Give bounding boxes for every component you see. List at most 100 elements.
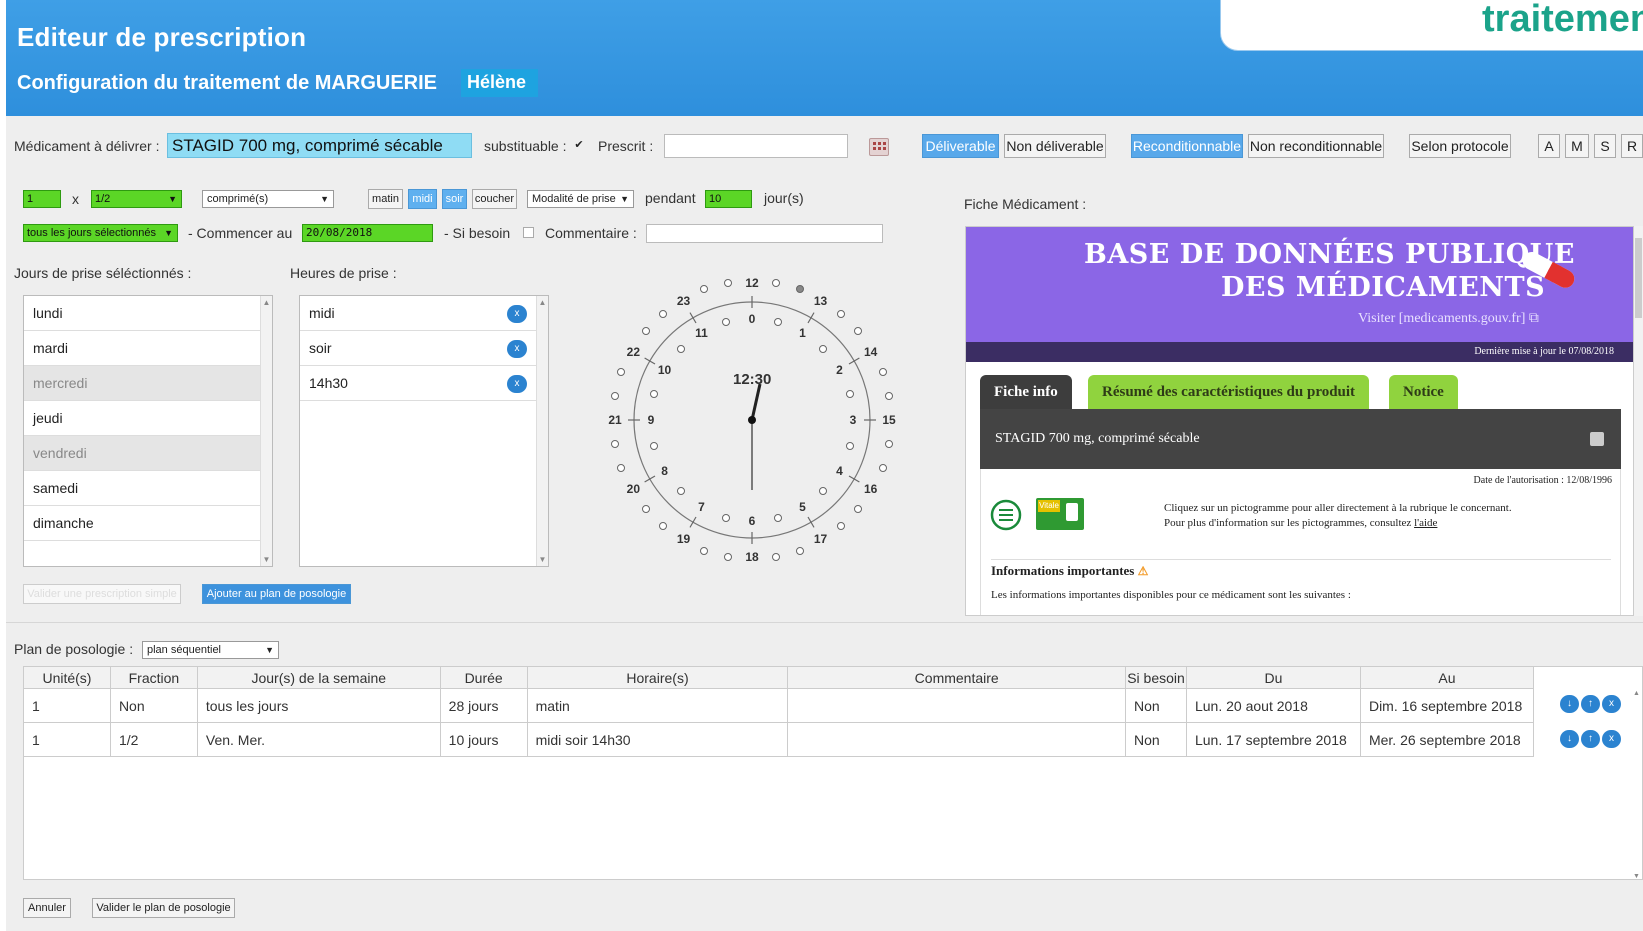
clock-minute-dot[interactable] (723, 279, 732, 288)
deliverable-button[interactable]: Déliverable (922, 134, 999, 158)
cancel-button[interactable]: Annuler (23, 898, 71, 918)
plan-header-row: Unité(s) Fraction Jour(s) de la semaine … (23, 666, 1535, 689)
modalite-value: Modalité de prise (532, 193, 616, 205)
hour-item-midi[interactable]: midi x (300, 296, 536, 331)
help-link[interactable]: l'aide (1414, 517, 1437, 529)
day-item-samedi[interactable]: samedi (24, 471, 260, 506)
prescrit-input[interactable] (664, 134, 848, 158)
pill-icon (1522, 251, 1575, 288)
non-reconditionnable-button[interactable]: Non reconditionnable (1248, 134, 1384, 158)
frequency-select[interactable]: tous les jours sélectionnés ▼ (23, 224, 178, 242)
letter-a-button[interactable]: A (1538, 134, 1560, 158)
letter-s-button[interactable]: S (1594, 134, 1616, 158)
plan-mode-value: plan séquentiel (147, 644, 222, 656)
move-down-button[interactable]: ↓ (1560, 695, 1579, 713)
cell-days: tous les jours (196, 688, 441, 723)
plan-label: Plan de posologie : (14, 641, 134, 657)
col-to: Au (1359, 666, 1535, 689)
days-scrollbar[interactable]: ▲ ▼ (260, 296, 272, 566)
hour-item-1430[interactable]: 14h30 x (300, 366, 536, 401)
table-row[interactable]: 1 1/2 Ven. Mer. 10 jours midi soir 14h30… (23, 722, 1535, 757)
non-deliverable-button[interactable]: Non déliverable (1004, 134, 1106, 158)
subst-checkbox[interactable]: ✔ (573, 139, 585, 151)
clock-minute-dot[interactable] (611, 391, 620, 400)
subst-label: substituable : (484, 138, 567, 154)
day-item-mardi[interactable]: mardi (24, 331, 260, 366)
letter-r-button[interactable]: R (1621, 134, 1643, 158)
move-up-button[interactable]: ↑ (1581, 730, 1600, 748)
remove-hour-button[interactable]: x (507, 305, 527, 323)
plan-mode-select[interactable]: plan séquentiel ▼ (142, 641, 279, 659)
day-item-dimanche[interactable]: dimanche (24, 506, 260, 541)
cell-from: Lun. 17 septembre 2018 (1185, 722, 1361, 757)
vitale-text: Vitale (1038, 500, 1060, 512)
delete-row-button[interactable]: x (1602, 695, 1621, 713)
clock-minute-dot[interactable] (723, 552, 732, 561)
col-units: Unité(s) (23, 666, 111, 689)
cell-comment (787, 722, 1127, 757)
day-item-jeudi[interactable]: jeudi (24, 401, 260, 436)
table-row[interactable]: 1 Non tous les jours 28 jours matin Non … (23, 688, 1535, 723)
clock-minute-dot[interactable] (772, 279, 781, 288)
col-fraction: Fraction (109, 666, 198, 689)
tab-fiche-info[interactable]: Fiche info (980, 375, 1072, 409)
list-pictogram-icon[interactable] (990, 499, 1022, 531)
reconditionnable-button[interactable]: Reconditionnable (1131, 134, 1243, 158)
plan-scrollbar[interactable]: ▲ ▼ (1633, 690, 1643, 880)
add-to-plan-button[interactable]: Ajouter au plan de posologie (202, 584, 351, 604)
day-item-vendredi[interactable]: vendredi (24, 436, 260, 471)
clock-hour-outer[interactable]: 12 (745, 276, 758, 290)
moment-coucher-button[interactable]: coucher (472, 189, 517, 209)
hours-list[interactable]: midi x soir x 14h30 x ▲ ▼ (299, 295, 549, 567)
chevron-down-icon: ▼ (168, 194, 177, 204)
days-list[interactable]: lundi mardi mercredi jeudi vendredi same… (23, 295, 273, 567)
print-icon[interactable] (1590, 432, 1604, 446)
chevron-down-icon: ▼ (265, 645, 274, 655)
hour-label: 14h30 (309, 375, 348, 391)
calendar-icon[interactable] (869, 138, 889, 156)
hour-label: soir (309, 340, 332, 356)
delete-row-button[interactable]: x (1602, 730, 1621, 748)
days-input[interactable]: 10 (705, 190, 752, 208)
cell-units: 1 (23, 722, 111, 757)
clock-minute-dot[interactable] (772, 552, 781, 561)
fiche-scrollbar[interactable] (1633, 226, 1643, 616)
moment-midi-button[interactable]: midi (408, 189, 437, 209)
tab-rcp[interactable]: Résumé des caractéristiques du produit (1088, 375, 1370, 409)
comment-input[interactable] (646, 224, 883, 243)
simple-prescription-button[interactable]: Valider une prescription simple (23, 584, 181, 604)
info-title-text: Informations importantes (991, 563, 1135, 578)
quantity-input[interactable]: 1 (23, 190, 61, 208)
move-up-button[interactable]: ↑ (1581, 695, 1600, 713)
day-item-lundi[interactable]: lundi (24, 296, 260, 331)
clock-minute-dot[interactable] (611, 440, 620, 449)
si-besoin-checkbox[interactable] (523, 227, 534, 238)
selon-protocole-button[interactable]: Selon protocole (1409, 134, 1511, 158)
move-down-button[interactable]: ↓ (1560, 730, 1579, 748)
form-select[interactable]: comprimé(s) ▼ (202, 190, 334, 208)
day-item-mercredi[interactable]: mercredi (24, 366, 260, 401)
clock-hour-outer[interactable]: 15 (882, 413, 895, 427)
moment-soir-button[interactable]: soir (442, 189, 467, 209)
hour-item-soir[interactable]: soir x (300, 331, 536, 366)
validate-plan-button[interactable]: Valider le plan de posologie (92, 898, 235, 918)
moment-matin-button[interactable]: matin (368, 189, 403, 209)
letter-m-button[interactable]: M (1565, 134, 1589, 158)
tab-notice[interactable]: Notice (1389, 375, 1458, 409)
cell-units: 1 (23, 688, 111, 723)
cell-si-besoin: Non (1125, 722, 1187, 757)
clock-minute-dot[interactable] (884, 440, 893, 449)
clock-hour-outer[interactable]: 21 (608, 413, 621, 427)
med-input[interactable]: STAGID 700 mg, comprimé sécable (167, 133, 472, 158)
hours-scrollbar[interactable]: ▲ ▼ (536, 296, 548, 566)
bdpm-title-line1: BASE DE DONNÉES PUBLIQUE (1084, 239, 1575, 270)
vitale-card-icon[interactable]: Vitale (1036, 498, 1084, 530)
clock-hour-outer[interactable]: 18 (745, 550, 758, 564)
modalite-select[interactable]: Modalité de prise ▼ (527, 190, 634, 208)
clock-minute-dot[interactable] (884, 391, 893, 400)
bdpm-visit-link[interactable]: Visiter [medicaments.gouv.fr] ⧉ (1358, 311, 1539, 327)
start-date-input[interactable]: 20/08/2018 (302, 224, 433, 242)
remove-hour-button[interactable]: x (507, 375, 527, 393)
fraction-select[interactable]: 1/2 ▼ (91, 190, 182, 208)
remove-hour-button[interactable]: x (507, 340, 527, 358)
